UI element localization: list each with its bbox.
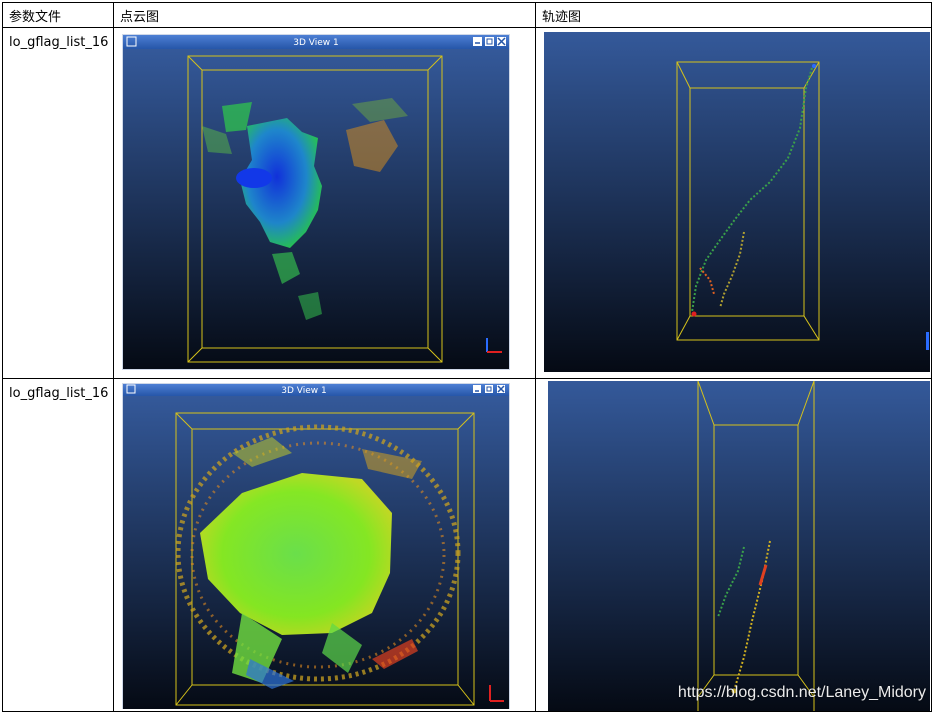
trajectory-viewer[interactable] bbox=[548, 381, 931, 711]
point-cloud-cell: 3D View 1 bbox=[113, 27, 536, 379]
point-cloud-viewer[interactable]: 3D View 1 bbox=[122, 34, 535, 370]
point-cloud-viewer[interactable]: 3D View 1 bbox=[122, 383, 535, 709]
point-cloud-window-2: 3D View 1 bbox=[122, 383, 510, 709]
window-title: 3D View 1 bbox=[281, 386, 326, 396]
trajectory-window-1 bbox=[544, 32, 930, 372]
param-file-name: lo_gflag_list_16 bbox=[9, 35, 109, 50]
table-row: lo_gflag_list_16 3D View 1 bbox=[2, 378, 932, 712]
axis-gizmo-icon bbox=[926, 332, 929, 350]
table-row: lo_gflag_list_16 3D View 1 bbox=[2, 27, 932, 379]
viewport[interactable] bbox=[548, 381, 930, 711]
header-point-cloud: 点云图 bbox=[113, 2, 536, 28]
header-trajectory: 轨迹图 bbox=[535, 2, 932, 28]
window-controls bbox=[473, 37, 506, 46]
trajectory-window-2 bbox=[548, 381, 930, 711]
viewport[interactable] bbox=[544, 32, 930, 372]
trajectory-cell bbox=[535, 378, 932, 712]
trajectory-viewer[interactable] bbox=[544, 32, 931, 372]
param-file-cell: lo_gflag_list_16 bbox=[2, 378, 114, 712]
header-row: 参数文件 点云图 轨迹图 bbox=[2, 2, 932, 28]
trajectory-cell bbox=[535, 27, 932, 379]
param-file-cell: lo_gflag_list_16 bbox=[2, 27, 114, 379]
header-param-file: 参数文件 bbox=[2, 2, 114, 28]
minimize-icon[interactable] bbox=[473, 385, 481, 393]
restore-icon[interactable] bbox=[485, 385, 493, 393]
minimize-icon[interactable] bbox=[473, 37, 482, 46]
window-title: 3D View 1 bbox=[293, 38, 338, 48]
point-cloud-cell: 3D View 1 bbox=[113, 378, 536, 712]
param-file-name: lo_gflag_list_16 bbox=[9, 386, 109, 401]
results-table: 参数文件 点云图 轨迹图 lo_gflag_list_16 3D View 1 … bbox=[2, 2, 932, 712]
window-controls bbox=[473, 385, 505, 393]
point-cloud-window-1: 3D View 1 bbox=[122, 34, 510, 370]
watermark: https://blog.csdn.net/Laney_Midory bbox=[677, 684, 926, 701]
restore-icon[interactable] bbox=[485, 37, 494, 46]
